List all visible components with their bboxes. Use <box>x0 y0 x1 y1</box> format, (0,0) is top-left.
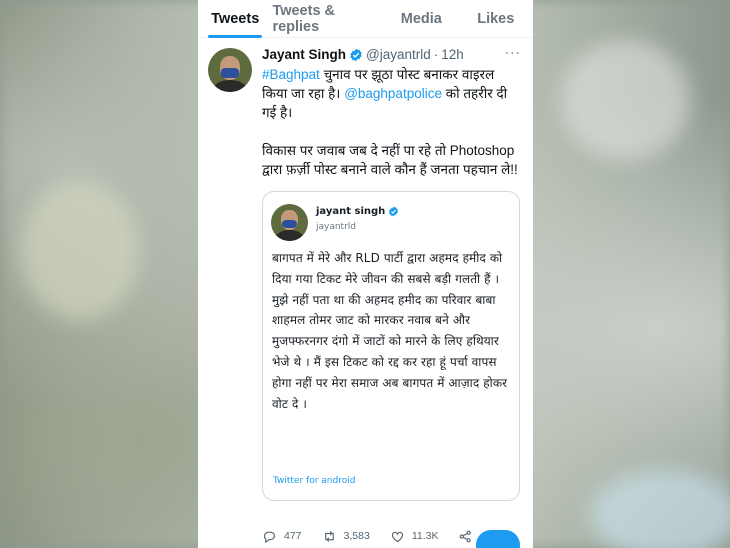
quoted-tweet-card[interactable]: jayant singh jayantrld बागपत में मेरे और… <box>262 191 520 501</box>
retweet-button[interactable]: 3,583 <box>322 529 370 544</box>
quoted-author-handle: jayantrld <box>316 222 357 232</box>
like-button[interactable]: 11.3K <box>390 529 439 544</box>
reply-count: 477 <box>284 530 302 542</box>
mention-link[interactable]: @baghpatpolice <box>344 86 442 101</box>
quoted-tweet-text: बागपत में मेरे और RLD पार्टी द्वारा अहमद… <box>272 251 508 411</box>
author-handle[interactable]: @jayantrld <box>366 46 431 64</box>
reply-icon <box>263 531 276 543</box>
verified-badge-icon <box>350 48 362 62</box>
tab-tweets[interactable]: Tweets <box>198 0 272 38</box>
retweet-count: 3,583 <box>343 530 370 542</box>
tab-media[interactable]: Media <box>384 0 458 37</box>
quoted-name-text: jayant singh <box>316 206 386 217</box>
tab-tweets-replies[interactable]: Tweets & replies <box>272 0 384 37</box>
tweet[interactable]: ··· Jayant Singh @jayantrld · 12h #Baghp… <box>198 38 533 501</box>
background-blob <box>560 40 690 160</box>
avatar[interactable] <box>208 48 252 92</box>
quoted-avatar <box>271 204 308 241</box>
tweet-text-paragraph: विकास पर जवाब जब दे नहीं पा रहे तो Photo… <box>262 143 518 177</box>
like-count: 11.3K <box>411 530 439 542</box>
hashtag-link[interactable]: #Baghpat <box>262 67 320 82</box>
like-icon <box>391 531 403 542</box>
quoted-author-name: jayant singh <box>316 206 402 217</box>
tweet-time[interactable]: 12h <box>441 46 464 64</box>
separator-dot: · <box>433 47 439 62</box>
more-icon[interactable]: ··· <box>505 46 521 62</box>
quoted-tweet-source: Twitter for android <box>273 476 356 486</box>
share-icon <box>460 530 472 542</box>
verified-badge-icon <box>389 206 399 217</box>
tweet-header: Jayant Singh @jayantrld · 12h <box>262 46 521 64</box>
retweet-icon <box>324 530 334 542</box>
twitter-profile-screen: Tweets Tweets & replies Media Likes ··· … <box>198 0 533 548</box>
tweet-text: #Baghpat चुनाव पर झूठा पोस्ट बनाकर वाइरल… <box>262 65 520 179</box>
reply-button[interactable]: 477 <box>262 529 302 544</box>
author-name[interactable]: Jayant Singh <box>262 46 346 64</box>
tab-likes[interactable]: Likes <box>459 0 533 37</box>
compose-fab-icon[interactable] <box>476 530 520 548</box>
profile-tabs: Tweets Tweets & replies Media Likes <box>198 0 533 38</box>
background-blob <box>20 180 140 320</box>
